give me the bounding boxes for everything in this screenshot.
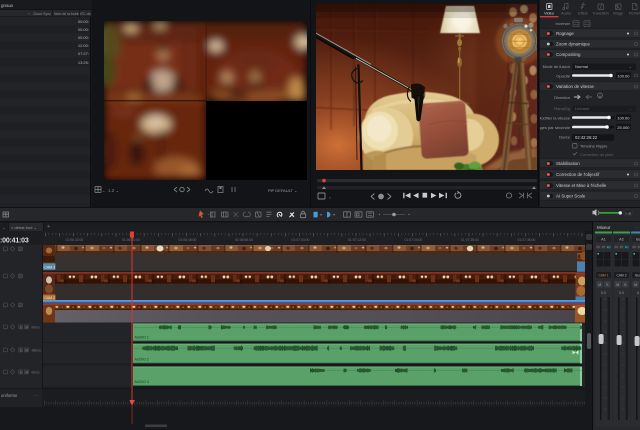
svg-text:⌄: ⌄	[328, 195, 332, 200]
svg-text:Fichier: Fichier	[629, 12, 640, 16]
svg-text:Stabilisation: Stabilisation	[556, 161, 580, 166]
svg-text:01:07:36:00: 01:07:36:00	[518, 238, 536, 242]
svg-text:AI Super Scale: AI Super Scale	[556, 194, 586, 199]
svg-text:01:07:28:00: 01:07:28:00	[461, 238, 479, 242]
svg-text:M: M	[25, 370, 28, 374]
svg-text:Effets: Effets	[578, 12, 588, 16]
svg-text:Durée: Durée	[559, 135, 571, 140]
svg-text:PiP DEFAULT ⌄: PiP DEFAULT ⌄	[268, 188, 297, 193]
svg-text:01:06:32:00: 01:06:32:00	[66, 238, 84, 242]
svg-text:Variation de vitesse: Variation de vitesse	[556, 84, 595, 89]
svg-text:Mono: Mono	[32, 325, 40, 329]
svg-text:Correction de l'objectif: Correction de l'objectif	[556, 172, 600, 177]
svg-text:EQ: EQ	[625, 245, 629, 249]
svg-text:Direction: Direction	[554, 95, 570, 100]
svg-text:Mixeur: Mixeur	[597, 225, 611, 230]
svg-text:Rognage: Rognage	[556, 31, 574, 36]
svg-text:Images par seconde: Images par seconde	[540, 125, 571, 130]
svg-text:Bus 1: Bus 1	[635, 274, 640, 278]
svg-text:01:06:48:00: 01:06:48:00	[179, 238, 197, 242]
svg-text:02:42:26:22: 02:42:26:22	[575, 135, 598, 140]
svg-text:Audio: Audio	[561, 12, 571, 16]
svg-text:Transition: Transition	[592, 12, 609, 16]
svg-text:Linéaire: Linéaire	[575, 106, 590, 111]
svg-text:AUDIO 2: AUDIO 2	[135, 358, 149, 362]
svg-text:DY: DY	[620, 245, 624, 249]
svg-text:M: M	[616, 283, 619, 287]
svg-text:S: S	[20, 348, 22, 352]
svg-text:Normal: Normal	[575, 64, 588, 69]
svg-text::00:41:03: :00:41:03	[0, 238, 29, 245]
svg-text:Mono: Mono	[32, 370, 40, 374]
svg-text:uniforme: uniforme	[1, 393, 18, 398]
svg-text:FX: FX	[597, 245, 601, 249]
svg-text:Bus: Bus	[636, 238, 640, 242]
svg-text:EQ: EQ	[607, 245, 611, 249]
svg-text:100.00: 100.00	[617, 115, 630, 120]
svg-text:25.000: 25.000	[617, 125, 630, 130]
svg-text:⌄: ⌄	[629, 106, 632, 111]
svg-text:FX: FX	[615, 245, 619, 249]
svg-text:Vitesse et Mise à l'échelle: Vitesse et Mise à l'échelle	[556, 183, 607, 188]
svg-text:01:07:12:00: 01:07:12:00	[348, 238, 366, 242]
svg-text:Timeline Ripple: Timeline Ripple	[580, 144, 608, 149]
svg-text:01:07:04:00: 01:07:04:00	[292, 238, 310, 242]
svg-text:S: S	[20, 325, 22, 329]
svg-text:A2: A2	[619, 238, 624, 242]
svg-text:01:06:40:00: 01:06:40:00	[122, 238, 140, 242]
svg-text:S: S	[20, 370, 22, 374]
svg-text:⌄: ⌄	[629, 64, 632, 69]
svg-text:01:06:56:00: 01:06:56:00	[235, 238, 253, 242]
svg-text:0 dB: 0 dB	[625, 211, 631, 215]
svg-text:M: M	[25, 325, 28, 329]
svg-text:Stéréo: Stéréo	[32, 348, 42, 352]
svg-text:FX: FX	[633, 245, 637, 249]
svg-text:Opacité: Opacité	[556, 74, 571, 79]
svg-text:Modifier la vitesse: Modifier la vitesse	[540, 116, 571, 121]
svg-text:01:07:20:00: 01:07:20:00	[405, 238, 423, 242]
svg-text:0.0: 0.0	[601, 291, 606, 295]
svg-text:⋯: ⋯	[34, 393, 38, 398]
svg-text:M: M	[598, 283, 601, 287]
svg-text:Mode de fusion: Mode de fusion	[543, 64, 570, 69]
svg-text:Compositing: Compositing	[556, 52, 581, 57]
svg-text:CAM 2: CAM 2	[616, 274, 626, 278]
svg-text:Inverser: Inverser	[556, 21, 571, 26]
svg-text:CAM 2: CAM 2	[44, 296, 55, 300]
svg-text:CAM 1: CAM 1	[598, 274, 608, 278]
svg-text:1.2 ⌄: 1.2 ⌄	[108, 188, 120, 193]
svg-text:Correction du pitch: Correction du pitch	[580, 152, 614, 157]
svg-text:RampDg: RampDg	[554, 106, 570, 111]
svg-text:DY: DY	[602, 245, 606, 249]
svg-text:M: M	[25, 348, 28, 352]
svg-text:⋯: ⋯	[635, 225, 639, 230]
svg-text:Zoom dynamique: Zoom dynamique	[556, 42, 590, 47]
svg-text:AUDIO 1: AUDIO 1	[135, 335, 149, 339]
svg-text:CAM 3: CAM 3	[44, 265, 55, 269]
svg-text:100.00: 100.00	[617, 73, 630, 78]
svg-text:AUDIO 3: AUDIO 3	[135, 380, 149, 384]
svg-text:0.0: 0.0	[619, 291, 624, 295]
svg-text:M: M	[634, 283, 637, 287]
svg-text:⌄: ⌄	[102, 188, 105, 193]
svg-text:Image: Image	[613, 12, 624, 16]
svg-text:Vidéo: Vidéo	[544, 12, 554, 16]
svg-text:A1: A1	[601, 238, 606, 242]
